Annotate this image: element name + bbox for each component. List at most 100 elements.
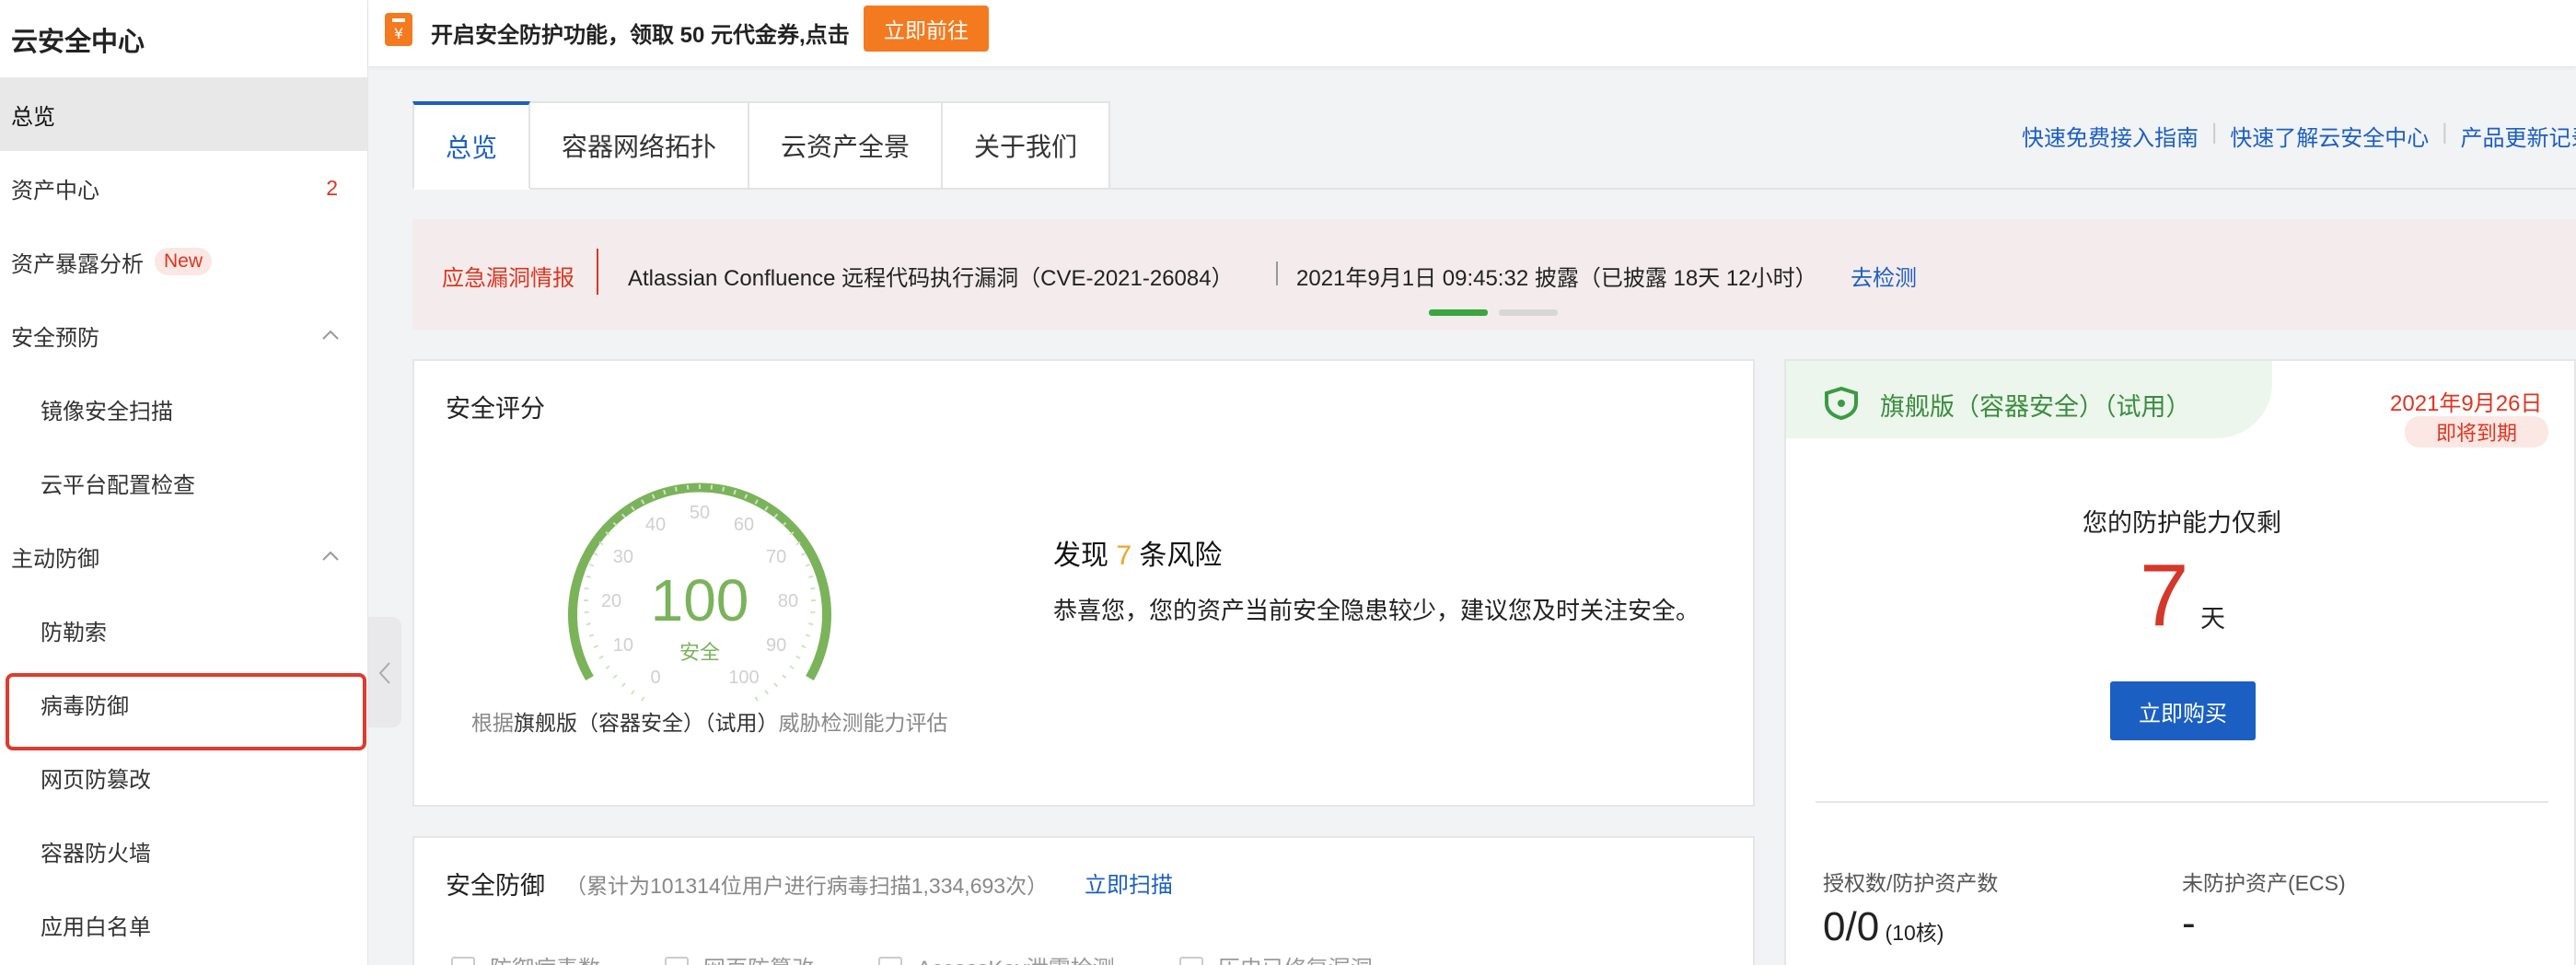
sidebar-item-cloud-config-check[interactable]: 云平台配置检查 (0, 446, 367, 519)
defense-metric-label: 防御病毒数 (490, 950, 600, 965)
remaining-unit: 天 (2200, 605, 2225, 633)
sidebar-item-asset-center[interactable]: 资产中心 2 (0, 151, 367, 225)
sidebar-collapse-handle[interactable] (368, 617, 401, 727)
gauge-tick (586, 575, 591, 578)
defense-metric: 历史已修复漏洞 (1178, 950, 1373, 965)
carousel-indicator[interactable] (1499, 309, 1558, 316)
product-updates-link[interactable]: 产品更新记录 (2460, 120, 2576, 152)
sidebar-item-container-firewall[interactable]: 容器防火墙 (0, 814, 367, 888)
sidebar-item-anti-ransomware[interactable]: 防勒索 (0, 593, 367, 667)
gauge-tick (789, 665, 795, 669)
sidebar-group-label: 主动防御 (11, 546, 99, 572)
gauge-tick (586, 622, 591, 626)
eval-prefix: 根据 (471, 711, 514, 735)
risk-suffix: 条风险 (1131, 541, 1223, 571)
defense-metric-label: AccessKey泄露检测 (917, 950, 1115, 965)
edition-name: 旗舰版（容器安全）（试用） (1880, 393, 2191, 421)
remaining-label: 您的防护能力仅剩 (2083, 509, 2281, 537)
score-status: 安全 (679, 642, 720, 665)
gauge-tick-label: 90 (766, 635, 786, 656)
gauge-tick (764, 690, 769, 695)
alert-tag: 应急漏洞情报 (442, 266, 574, 291)
gauge-tick (710, 484, 714, 490)
score-gauge: 0 10 20 30 40 50 60 70 80 90 100 100 安全 (568, 482, 831, 702)
sidebar-item-overview[interactable]: 总览 (0, 77, 367, 151)
sidebar-item-label: 资产暴露分析 (11, 251, 144, 277)
sidebar-item-image-scan[interactable]: 镜像安全扫描 (0, 372, 367, 446)
link-separator: | (2442, 120, 2448, 145)
quick-access-guide-link[interactable]: 快速免费接入指南 (2022, 120, 2199, 152)
chevron-up-icon (322, 330, 339, 340)
buy-now-button[interactable]: 立即购买 (2110, 681, 2256, 740)
svg-text:¥: ¥ (394, 25, 403, 42)
gauge-tick (631, 690, 635, 695)
gauge-tick-label: 80 (778, 591, 798, 611)
gauge-tick (805, 634, 811, 637)
gauge-tick-label: 100 (728, 668, 759, 688)
score-value: 100 (651, 567, 749, 634)
sidebar: 云安全中心 总览 资产中心 2 资产暴露分析 New 安全预防 镜像安全扫描 云平台… (0, 0, 368, 965)
gauge-tick (686, 484, 690, 490)
webpage-icon (665, 956, 689, 965)
sidebar-item-exposure-analysis[interactable]: 资产暴露分析 New (0, 225, 367, 298)
tab-underline (1096, 188, 2576, 190)
gauge-tick (808, 575, 814, 578)
key-icon (878, 956, 902, 965)
auth-count-value: 0/0 (10核) (1823, 904, 1944, 950)
gauge-tick (598, 655, 604, 659)
alert-divider (1276, 262, 1278, 285)
promo-banner: ¥ 开启安全防护功能，领取 50 元代金券,点击 立即前往 (368, 0, 2576, 66)
gauge-tick (795, 655, 801, 659)
gauge-tick (621, 682, 626, 688)
sidebar-item-label: 网页防篡改 (41, 767, 151, 793)
gauge-tick (584, 587, 589, 590)
risk-prefix: 发现 (1053, 541, 1117, 571)
sidebar-item-label: 云平台配置检查 (41, 472, 195, 498)
virus-icon (451, 956, 475, 965)
sidebar-item-app-whitelist[interactable]: 应用白名单 (0, 888, 367, 961)
gauge-tick-label: 20 (601, 591, 621, 611)
tab-cloud-assets[interactable]: 云资产全景 (749, 101, 944, 190)
sidebar-item-label: 防勒索 (41, 620, 107, 645)
gauge-tick (808, 622, 814, 626)
sidebar-item-web-tamper-proof[interactable]: 网页防篡改 (0, 740, 367, 814)
gauge-tick (674, 486, 678, 492)
shield-icon (1825, 387, 1858, 420)
go-now-button[interactable]: 立即前往 (864, 6, 989, 52)
auth-count-label: 授权数/防护资产数 (1823, 871, 1999, 895)
security-defense-card: 安全防御 （累计为101314位用户进行病毒扫描1,334,693次） 立即扫描… (412, 836, 1755, 965)
gauge-tick-label: 40 (645, 515, 666, 535)
alert-title: Atlassian Confluence 远程代码执行漏洞（CVE-2021-2… (628, 266, 1234, 291)
tab-about-us[interactable]: 关于我们 (943, 101, 1111, 190)
detect-link[interactable]: 去检测 (1851, 260, 1917, 292)
gauge-tick (782, 674, 787, 680)
defense-metrics: 防御病毒数 网页防篡改 AccessKey泄露检测 历史已修复漏洞 (451, 950, 1437, 965)
sidebar-item-label: 应用白名单 (41, 914, 151, 940)
gauge-tick-label: 30 (613, 547, 633, 567)
gauge-tick (805, 564, 811, 567)
chevron-left-icon (378, 662, 390, 684)
eval-suffix: 威胁检测能力评估 (778, 711, 948, 735)
scan-now-link[interactable]: 立即扫描 (1085, 866, 1173, 899)
gauge-tick (612, 674, 618, 680)
carousel-indicator-active[interactable] (1429, 309, 1488, 316)
gauge-tick (588, 564, 595, 567)
gauge-tick (773, 682, 779, 688)
gauge-tick (810, 587, 816, 590)
tab-overview[interactable]: 总览 (412, 101, 531, 190)
sidebar-group-prevention[interactable]: 安全预防 (0, 298, 367, 372)
learn-security-center-link[interactable]: 快速了解云安全中心 (2230, 120, 2429, 152)
alert-time: 2021年9月1日 09:45:32 披露（已披露 18天 12小时） (1296, 266, 1817, 291)
unprotected-assets-label: 未防护资产(ECS) (2182, 871, 2346, 895)
promo-message: 开启安全防护功能，领取 50 元代金券,点击 (431, 23, 850, 48)
gauge-tick (810, 610, 816, 614)
gauge-tick (754, 696, 759, 702)
auth-count-number: 0/0 (1823, 904, 1880, 949)
sidebar-group-label: 安全预防 (11, 325, 99, 351)
asset-count-badge: 2 (326, 175, 338, 200)
sidebar-group-active-defense[interactable]: 主动防御 (0, 519, 367, 593)
tab-container-topology[interactable]: 容器网络拓扑 (530, 101, 750, 190)
gauge-tick (641, 696, 645, 702)
chevron-up-icon (322, 551, 339, 561)
gauge-tick (588, 634, 595, 637)
